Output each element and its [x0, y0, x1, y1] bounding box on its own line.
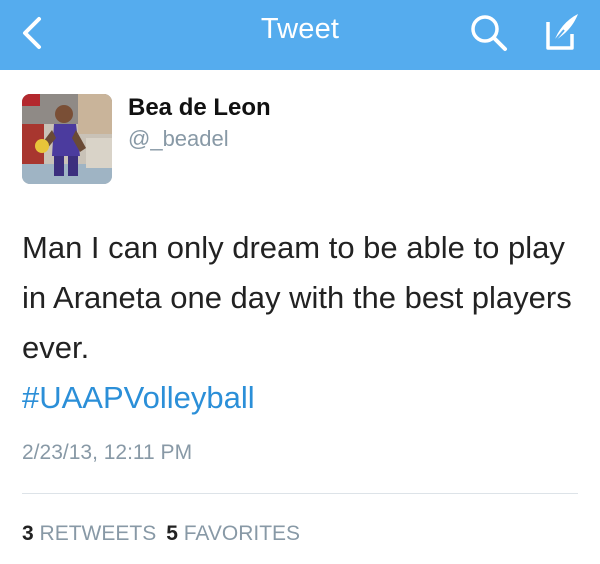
- favorites-count: 5: [166, 522, 178, 545]
- top-navigation-bar: Tweet: [0, 0, 600, 70]
- retweets-count: 3: [22, 522, 34, 545]
- tweet-text: Man I can only dream to be able to play …: [22, 223, 582, 423]
- hashtag-link[interactable]: #UAAPVolleyball: [22, 380, 255, 415]
- compose-button[interactable]: [534, 8, 584, 58]
- tweet-stats: 3 RETWEETS 5 FAVORITES: [22, 522, 300, 546]
- search-icon: [471, 15, 507, 51]
- retweets-label: RETWEETS: [39, 522, 157, 545]
- avatar-photo: [22, 94, 112, 184]
- author-handle[interactable]: @_beadel: [128, 126, 229, 152]
- tweet-body: Man I can only dream to be able to play …: [22, 230, 572, 365]
- favorites-stat[interactable]: 5 FAVORITES: [166, 522, 300, 545]
- favorites-label: FAVORITES: [183, 522, 301, 545]
- author-name[interactable]: Bea de Leon: [128, 94, 271, 122]
- search-button[interactable]: [466, 10, 512, 56]
- divider: [22, 493, 578, 494]
- compose-icon: [546, 14, 578, 50]
- retweets-stat[interactable]: 3 RETWEETS: [22, 522, 156, 545]
- tweet-timestamp: 2/23/13, 12:11 PM: [22, 441, 193, 464]
- avatar[interactable]: [22, 94, 112, 184]
